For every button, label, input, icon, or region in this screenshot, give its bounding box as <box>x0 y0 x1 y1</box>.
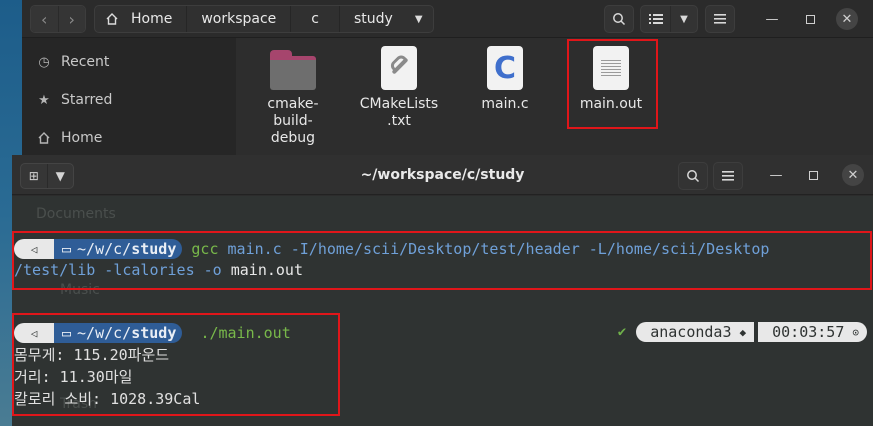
time-segment: 00:03:57 ⊙ <box>758 322 867 342</box>
breadcrumb-label: c <box>311 11 319 27</box>
clock-icon: ⊙ <box>852 325 859 339</box>
conda-env-segment: anaconda3 ◆ <box>636 322 755 342</box>
minimize-icon: — <box>765 11 779 27</box>
conda-env: anaconda3 <box>650 323 732 341</box>
breadcrumb-label: study <box>354 11 393 27</box>
home-icon <box>106 13 118 25</box>
sidebar-item-label: Recent <box>61 54 110 70</box>
view-options-group: ▼ <box>640 5 698 33</box>
breadcrumb-workspace[interactable]: workspace <box>187 6 292 32</box>
terminal-body[interactable]: Documents Music Trash ◁ ▭ ~/w/c/study gcc … <box>12 196 873 426</box>
cmake-file-icon <box>381 46 417 90</box>
close-icon: ✕ <box>847 167 859 183</box>
breadcrumb-c[interactable]: c <box>291 6 340 32</box>
sidebar-item-label: Starred <box>61 92 113 108</box>
right-prompt: ✔ anaconda3 ◆ 00:03:57 ⊙ <box>618 321 867 343</box>
file-item-main-c[interactable]: C main.c <box>460 46 550 113</box>
terminal-menu-button[interactable] <box>713 162 743 190</box>
hamburger-menu-icon <box>722 171 734 181</box>
highlight-box-main-out <box>567 39 658 129</box>
status-check-icon: ✔ <box>617 324 627 340</box>
sidebar-item-home[interactable]: Home <box>36 128 102 148</box>
terminal-search-button[interactable] <box>678 162 708 190</box>
file-name: cmake-build-debug <box>267 96 319 146</box>
breadcrumb-home[interactable]: Home <box>95 6 188 32</box>
list-view-button[interactable] <box>641 6 671 32</box>
close-button[interactable]: ✕ <box>836 8 858 30</box>
highlight-box-command <box>12 231 872 290</box>
list-view-icon <box>648 14 663 24</box>
python-icon: ◆ <box>739 325 747 339</box>
c-source-icon: C <box>487 46 523 90</box>
minimize-button[interactable]: — <box>761 8 783 30</box>
search-icon <box>613 13 626 26</box>
new-tab-group: ⊞ ▼ <box>20 163 74 189</box>
terminal-window: ~/workspace/c/study ⊞ ▼ — ✕ Documents Mu… <box>12 155 873 426</box>
breadcrumb: Home workspace c study ▼ <box>94 5 434 33</box>
star-icon: ★ <box>38 92 50 108</box>
file-item-cmakelists[interactable]: CMakeLists .txt <box>354 46 444 130</box>
back-button[interactable]: ‹ <box>31 6 58 32</box>
hamburger-menu-icon <box>714 14 726 24</box>
maximize-icon <box>808 170 818 180</box>
terminal-minimize-button[interactable]: — <box>765 164 787 186</box>
breadcrumb-label: Home <box>131 11 173 27</box>
tab-dropdown-button[interactable]: ▼ <box>46 164 74 188</box>
file-manager-window: ‹ › Home workspace c study ▼ ▼ — ✕ ◷ Rec… <box>22 0 873 170</box>
chevron-down-icon: ▼ <box>414 13 423 25</box>
view-dropdown-button[interactable]: ▼ <box>671 6 697 32</box>
sidebar-item-label: Home <box>61 130 103 146</box>
file-item-cmake-build-debug[interactable]: cmake-build-debug <box>248 46 338 147</box>
file-manager-headerbar: ‹ › Home workspace c study ▼ ▼ — ✕ <box>22 0 873 38</box>
file-name: CMakeLists .txt <box>359 96 439 129</box>
maximize-button[interactable] <box>799 8 821 30</box>
sidebar-item-recent[interactable]: ◷ Recent <box>36 52 109 72</box>
terminal-title: ~/workspace/c/study <box>360 167 525 183</box>
terminal-close-button[interactable]: ✕ <box>842 164 864 186</box>
nav-buttons: ‹ › <box>30 5 86 33</box>
search-button[interactable] <box>604 5 634 33</box>
maximize-icon <box>805 14 815 24</box>
close-icon: ✕ <box>841 11 853 27</box>
search-icon <box>687 170 700 183</box>
minimize-icon: — <box>769 167 783 183</box>
breadcrumb-label: workspace <box>201 11 277 27</box>
sidebar: ◷ Recent ★ Starred Home <box>22 38 236 170</box>
elapsed-time: 00:03:57 <box>772 323 845 341</box>
new-tab-button[interactable]: ⊞ <box>21 164 47 188</box>
forward-button[interactable]: › <box>57 6 85 32</box>
file-name: main.c <box>481 96 529 112</box>
chevron-down-icon: ▼ <box>55 169 65 183</box>
sidebar-item-starred[interactable]: ★ Starred <box>36 90 112 110</box>
clock-icon: ◷ <box>38 54 50 70</box>
new-tab-icon: ⊞ <box>28 169 39 183</box>
terminal-headerbar: ~/workspace/c/study ⊞ ▼ — ✕ <box>12 155 873 195</box>
chevron-down-icon: ▼ <box>680 13 688 25</box>
terminal-maximize-button[interactable] <box>802 164 824 186</box>
ghost-sidebar-documents: Documents <box>36 206 116 222</box>
highlight-box-output <box>12 313 340 416</box>
folder-icon <box>270 50 316 90</box>
menu-button[interactable] <box>705 5 735 33</box>
breadcrumb-study[interactable]: study ▼ <box>340 6 433 32</box>
home-icon <box>38 132 50 144</box>
